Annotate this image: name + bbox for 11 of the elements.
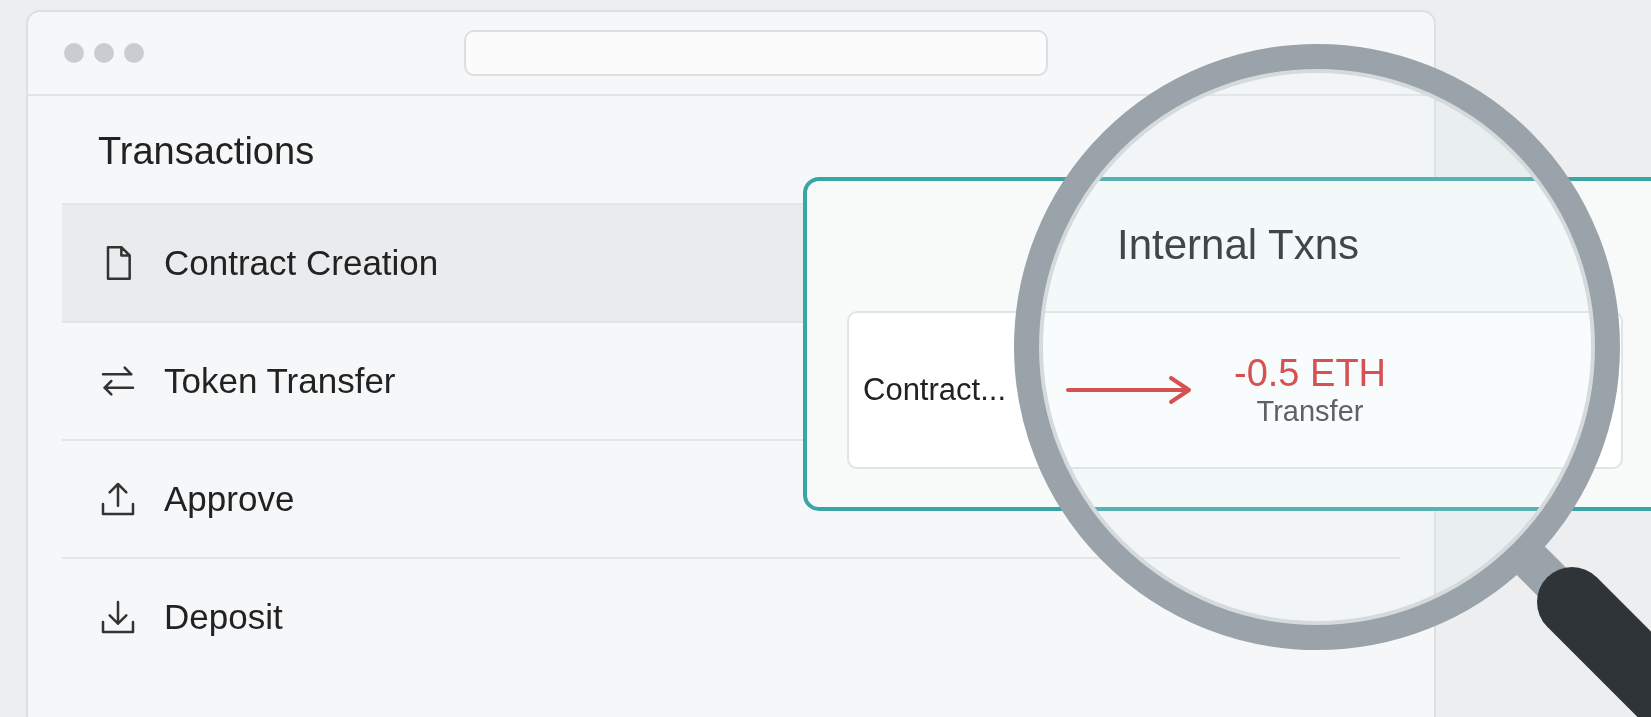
transfer-type: Transfer [1256, 395, 1364, 428]
window-dot[interactable] [124, 43, 144, 63]
address-bar[interactable] [464, 30, 1048, 76]
window-dot[interactable] [64, 43, 84, 63]
amount-value: -0.5 ETH [1234, 352, 1387, 395]
window-dot[interactable] [94, 43, 114, 63]
card-title: Internal Txns [1116, 221, 1360, 270]
internal-txn-row[interactable]: Contract... -0.5 ETH Transfer [847, 311, 1623, 469]
transaction-row[interactable]: Deposit [62, 557, 1400, 675]
source-label: Contract... [863, 372, 1006, 408]
section-title: Transactions [97, 129, 316, 174]
